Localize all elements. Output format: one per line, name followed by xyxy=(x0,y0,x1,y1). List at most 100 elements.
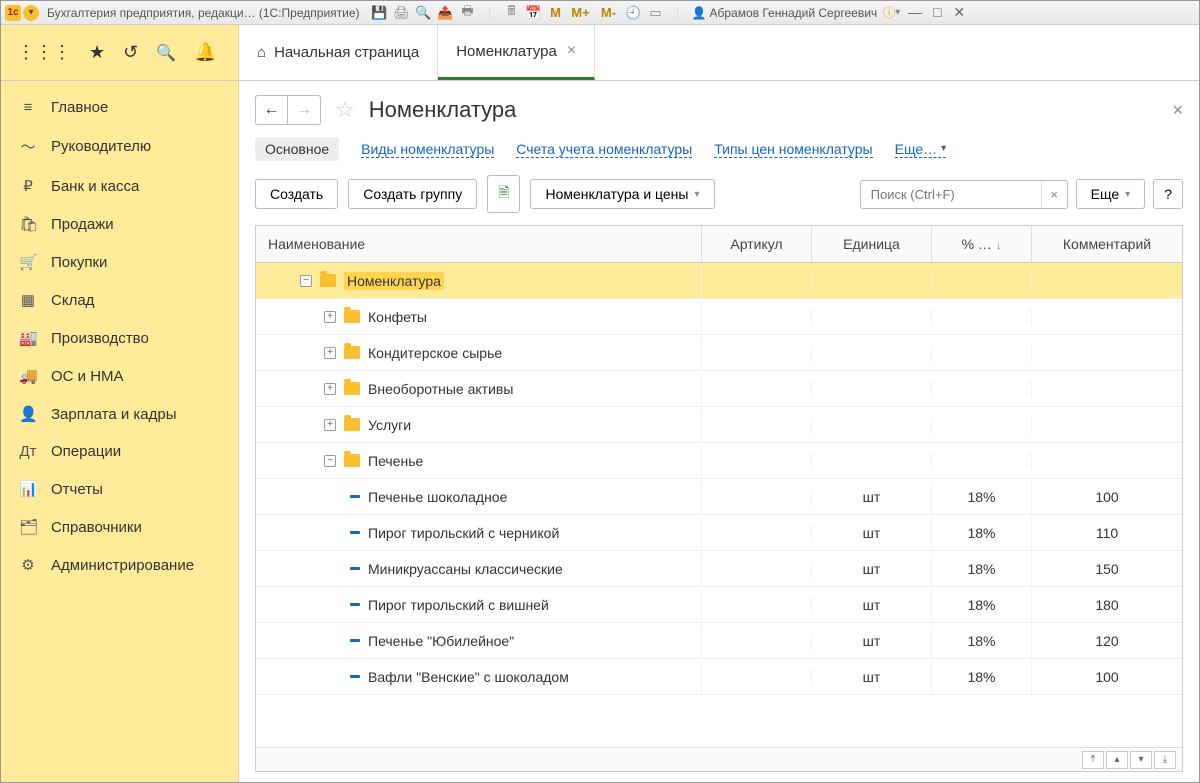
sidebar-item[interactable]: ДтОперации xyxy=(1,433,238,470)
tab-nomenclature[interactable]: Номенклатура × xyxy=(438,25,595,80)
table-row[interactable]: Печенье "Юбилейное"шт18%120 xyxy=(256,623,1182,659)
sidebar-item[interactable]: 👤Зарплата и кадры xyxy=(1,395,238,433)
sidebar-item[interactable]: 🛍Продажи xyxy=(1,205,238,243)
sidebar-item-label: Руководителю xyxy=(51,138,151,155)
nav-back-button[interactable]: ← xyxy=(256,96,288,124)
cell-unit: шт xyxy=(812,553,932,585)
print-icon[interactable]: 🖨 xyxy=(394,5,410,21)
col-comment-header[interactable]: Комментарий xyxy=(1032,226,1182,262)
table-row[interactable]: +Внеоборотные активы xyxy=(256,371,1182,407)
sidebar-item[interactable]: 🏭Производство xyxy=(1,319,238,357)
sidebar-item-icon: ⚙ xyxy=(19,556,37,574)
search-icon[interactable]: 🔍 xyxy=(156,43,176,63)
doc-send-icon[interactable]: 📤 xyxy=(438,5,454,21)
search-input[interactable] xyxy=(861,181,1041,208)
expand-toggle-icon[interactable]: − xyxy=(324,455,336,467)
sidebar-item[interactable]: ▦Склад xyxy=(1,281,238,319)
navlink-main[interactable]: Основное xyxy=(255,137,339,161)
title-dropdown-icon[interactable]: ▾ xyxy=(23,5,39,21)
close-window-button[interactable]: ✕ xyxy=(950,4,968,21)
notifications-bell-icon[interactable]: 🔔 xyxy=(194,42,216,63)
scroll-top-button[interactable]: ⤒ xyxy=(1082,751,1104,769)
table-row[interactable]: −Печенье xyxy=(256,443,1182,479)
expand-toggle-icon[interactable]: + xyxy=(324,419,336,431)
import-button[interactable]: 🗎 xyxy=(487,175,520,213)
navlink-accounts[interactable]: Счета учета номенклатуры xyxy=(516,141,692,158)
clock-icon[interactable]: 🕘 xyxy=(626,5,642,21)
chevron-down-icon: ▾ xyxy=(941,143,946,154)
cell-unit: шт xyxy=(812,589,932,621)
nav-forward-button[interactable]: → xyxy=(288,96,320,124)
apps-grid-icon[interactable]: ⋮⋮⋮ xyxy=(17,42,71,63)
navlink-price-types[interactable]: Типы цен номенклатуры xyxy=(714,141,872,158)
calendar-icon[interactable]: 📅 xyxy=(526,5,542,21)
info-dropdown-icon[interactable]: ▾ xyxy=(895,7,900,18)
save-icon[interactable]: 💾 xyxy=(372,5,388,21)
table-row[interactable]: Вафли "Венские" с шоколадомшт18%100 xyxy=(256,659,1182,695)
sidebar-item[interactable]: 〜Руководителю xyxy=(1,126,238,167)
create-button[interactable]: Создать xyxy=(255,179,338,209)
list-toolbar: Создать Создать группу 🗎 Номенклатура и … xyxy=(255,175,1183,213)
col-percent-header[interactable]: % …↓ xyxy=(932,226,1032,262)
navlink-more[interactable]: Еще… ▾ xyxy=(895,141,947,158)
sidebar-item[interactable]: 🗂Справочники xyxy=(1,508,238,546)
table-row[interactable]: Печенье шоколадноешт18%100 xyxy=(256,479,1182,515)
memory-m-icon[interactable]: M xyxy=(548,5,564,21)
navlink-types[interactable]: Виды номенклатуры xyxy=(361,141,494,158)
sidebar-item[interactable]: 🛒Покупки xyxy=(1,243,238,281)
expand-toggle-icon[interactable]: − xyxy=(300,275,312,287)
info-icon[interactable]: ⓘ xyxy=(883,4,895,21)
favorite-toggle-icon[interactable]: ☆ xyxy=(335,97,355,123)
sidebar-item[interactable]: ≡Главное xyxy=(1,89,238,126)
more-actions-button[interactable]: Еще ▾ xyxy=(1076,179,1146,209)
help-button[interactable]: ? xyxy=(1153,179,1183,209)
scroll-down-button[interactable]: ▾ xyxy=(1130,751,1152,769)
memory-mminus-icon[interactable]: M- xyxy=(598,5,620,21)
tab-home[interactable]: ⌂ Начальная страница xyxy=(239,25,438,80)
row-name: Миникруассаны классические xyxy=(368,561,563,577)
cell-comment: 120 xyxy=(1032,625,1182,657)
expand-toggle-icon[interactable]: + xyxy=(324,311,336,323)
table-row[interactable]: Пирог тирольский с черникойшт18%110 xyxy=(256,515,1182,551)
prices-dropdown-button[interactable]: Номенклатура и цены ▾ xyxy=(530,179,714,209)
favorite-star-icon[interactable]: ★ xyxy=(89,42,105,63)
content-close-button[interactable]: × xyxy=(1172,100,1183,121)
expand-toggle-icon[interactable]: + xyxy=(324,383,336,395)
tab-close-icon[interactable]: × xyxy=(567,42,576,60)
sidebar-item[interactable]: ₽Банк и касса xyxy=(1,167,238,205)
preview-icon[interactable]: 🔍 xyxy=(416,5,432,21)
table-row[interactable]: Пирог тирольский с вишнейшт18%180 xyxy=(256,587,1182,623)
history-icon[interactable]: ↺ xyxy=(123,42,138,63)
col-name-header[interactable]: Наименование xyxy=(256,226,702,262)
sidebar-item-label: Склад xyxy=(51,292,94,309)
cell-article xyxy=(702,633,812,649)
titlebar-toolbar: 💾 🖨 🔍 📤 🖶 | 🖩 📅 M M+ M- 🕘 ▭ | xyxy=(372,5,686,21)
home-icon: ⌂ xyxy=(257,44,266,61)
minimize-button[interactable]: — xyxy=(906,4,924,21)
table-row[interactable]: Миникруассаны классическиешт18%150 xyxy=(256,551,1182,587)
sidebar-item-icon: 🗂 xyxy=(19,518,37,536)
table-row[interactable]: +Кондитерское сырье xyxy=(256,335,1182,371)
cell-percent xyxy=(932,453,1032,469)
table-body: −Номенклатура+Конфеты+Кондитерское сырье… xyxy=(256,263,1182,747)
about-box-icon[interactable]: ▭ xyxy=(648,5,664,21)
sidebar-item[interactable]: ⚙Администрирование xyxy=(1,546,238,584)
table-row[interactable]: −Номенклатура xyxy=(256,263,1182,299)
col-unit-header[interactable]: Единица xyxy=(812,226,932,262)
sort-arrow-icon: ↓ xyxy=(996,240,1002,252)
sidebar-item[interactable]: 🚚ОС и НМА xyxy=(1,357,238,395)
table-row[interactable]: +Конфеты xyxy=(256,299,1182,335)
search-clear-button[interactable]: × xyxy=(1041,181,1067,208)
maximize-button[interactable]: □ xyxy=(928,4,946,21)
memory-mplus-icon[interactable]: M+ xyxy=(570,5,592,21)
col-article-header[interactable]: Артикул xyxy=(702,226,812,262)
expand-toggle-icon[interactable]: + xyxy=(324,347,336,359)
scroll-bottom-button[interactable]: ⤓ xyxy=(1154,751,1176,769)
table-row[interactable]: +Услуги xyxy=(256,407,1182,443)
doc-print-icon[interactable]: 🖶 xyxy=(460,5,476,21)
current-user[interactable]: 👤 Абрамов Геннадий Сергеевич xyxy=(692,6,878,20)
create-group-button[interactable]: Создать группу xyxy=(348,179,477,209)
sidebar-item[interactable]: 📊Отчеты xyxy=(1,470,238,508)
calculator-icon[interactable]: 🖩 xyxy=(504,5,520,21)
scroll-up-button[interactable]: ▴ xyxy=(1106,751,1128,769)
